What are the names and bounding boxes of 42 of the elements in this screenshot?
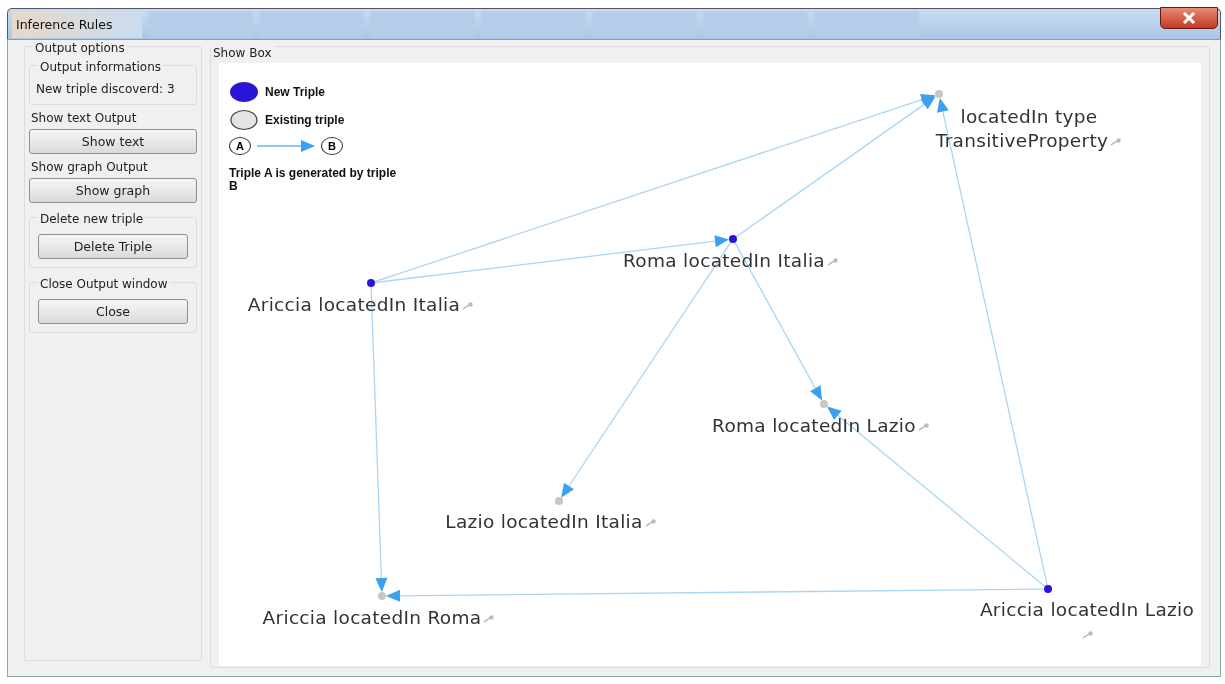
- node-label: Ariccia locatedIn Italia: [247, 294, 475, 315]
- window-title: Inference Rules: [12, 10, 143, 38]
- panel-title: Output options: [33, 41, 127, 55]
- arrow-icon: [257, 140, 315, 152]
- group-title: Delete new triple: [38, 212, 146, 226]
- action-button[interactable]: Show graph: [29, 178, 197, 203]
- pin-icon: [483, 615, 496, 623]
- new-dot-icon: [229, 81, 259, 103]
- node-dot[interactable]: [378, 592, 386, 600]
- pin-icon: [462, 302, 475, 310]
- node-dot[interactable]: [367, 279, 375, 287]
- info-text: New triple discoverd: 3: [36, 81, 176, 98]
- close-icon: [1182, 12, 1196, 24]
- node-dot[interactable]: [820, 400, 828, 408]
- node-label: Ariccia locatedIn Lazio: [979, 599, 1195, 644]
- pin-icon: [917, 423, 930, 431]
- legend-label: New Triple: [265, 85, 326, 99]
- section-label: Show graph Output: [30, 160, 149, 174]
- node-label: Lazio locatedIn Italia: [445, 511, 657, 532]
- panel-title: Show Box: [211, 46, 274, 60]
- node-label: locatedIn type TransitiveProperty: [935, 106, 1123, 151]
- pin-icon: [1082, 631, 1094, 639]
- action-button[interactable]: Show text: [29, 129, 197, 154]
- legend-note: Triple A is generated by triple B: [229, 167, 398, 193]
- pin-icon: [826, 258, 839, 266]
- action-button[interactable]: Close: [38, 299, 188, 324]
- node-dot[interactable]: [935, 90, 943, 98]
- pin-icon: [644, 519, 657, 527]
- action-button[interactable]: Delete Triple: [38, 234, 188, 259]
- legend-label: Existing triple: [265, 113, 345, 127]
- node-label: Roma locatedIn Italia: [623, 250, 839, 271]
- node-label: Roma locatedIn Lazio: [712, 415, 930, 436]
- group-title: Output informations: [38, 60, 163, 74]
- close-button[interactable]: [1160, 7, 1218, 29]
- node-dot[interactable]: [555, 497, 563, 505]
- section-label: Show text Output: [30, 111, 138, 125]
- node-dot[interactable]: [1044, 585, 1052, 593]
- group-title: Close Output window: [38, 277, 170, 291]
- node-label: Ariccia locatedIn Roma: [262, 607, 496, 628]
- existing-dot-icon: [229, 109, 259, 131]
- node-dot[interactable]: [729, 235, 737, 243]
- pin-icon: [1110, 138, 1123, 146]
